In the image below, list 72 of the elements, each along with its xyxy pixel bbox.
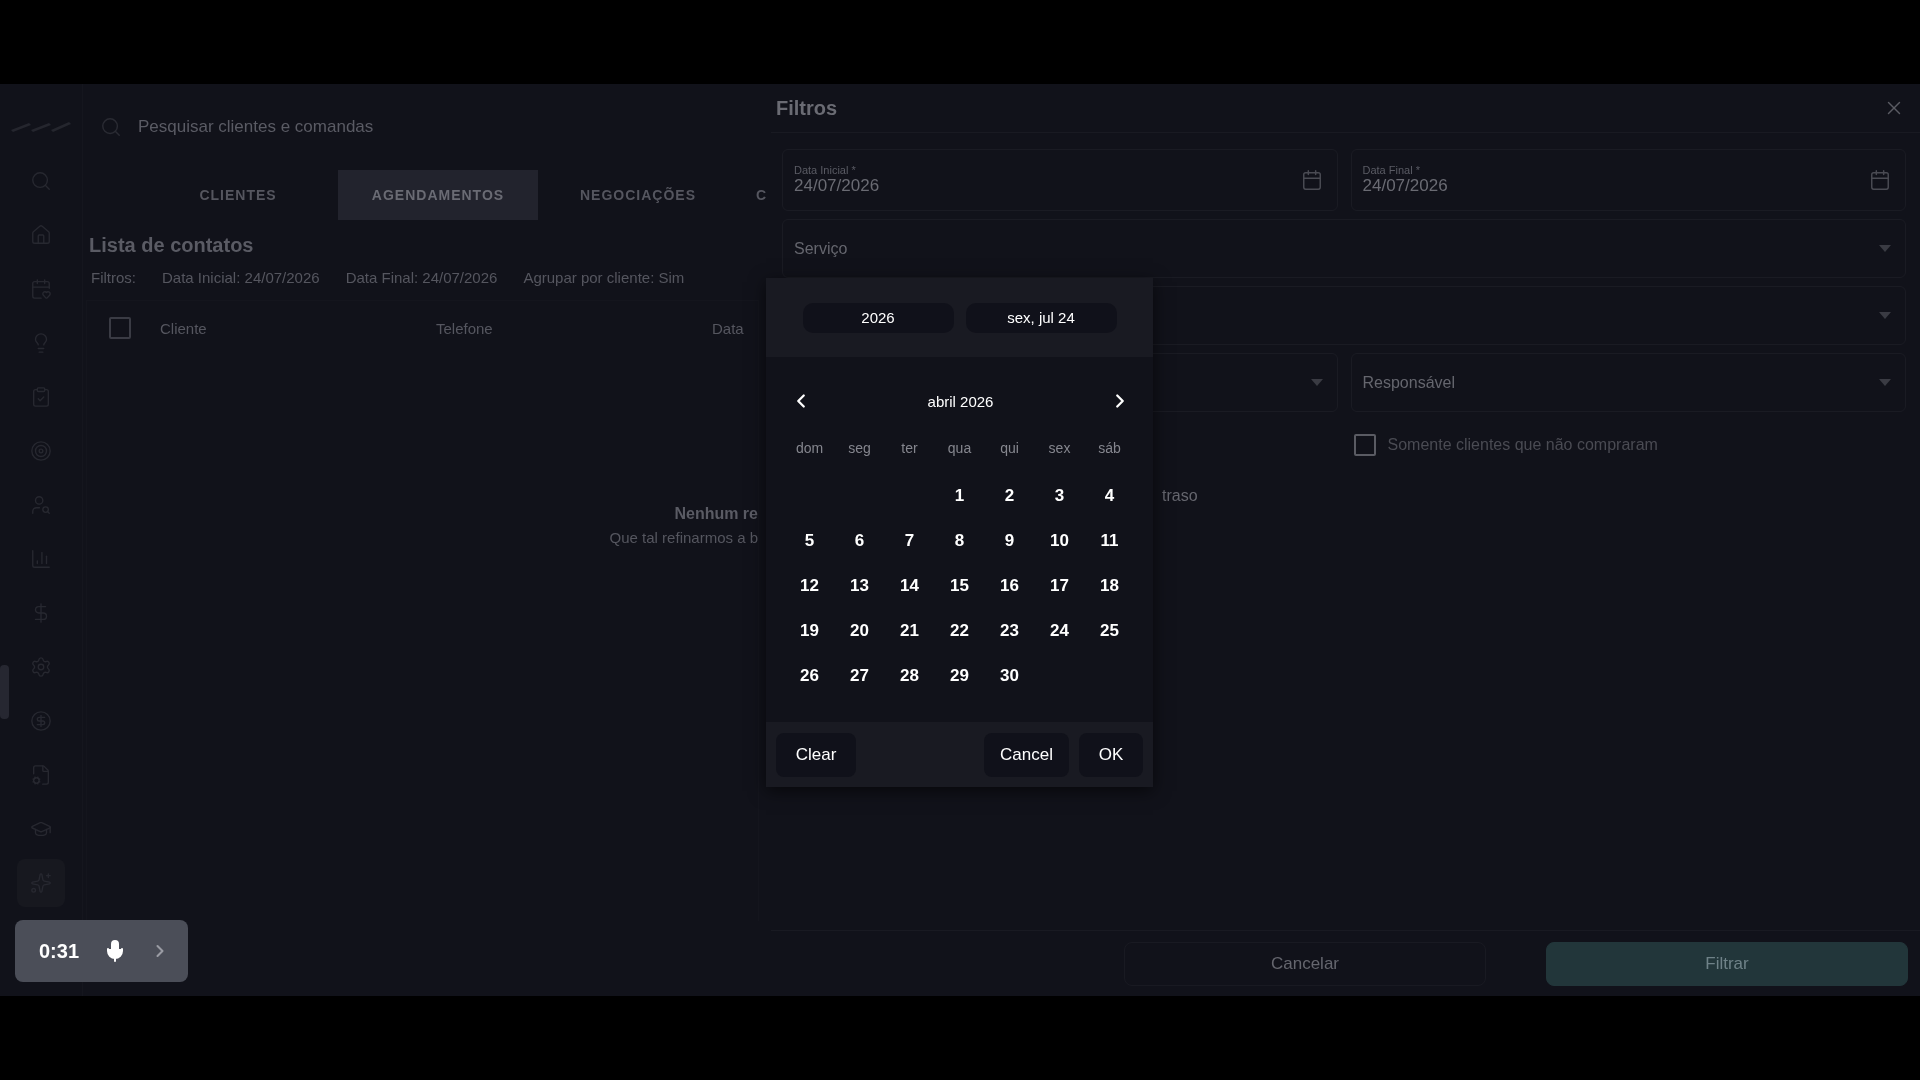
picker-action-button[interactable]: Clear [776,732,856,777]
dropdown-caret-icon [1879,312,1891,319]
calendar-icon[interactable] [1300,169,1323,191]
picker-action-button[interactable]: Cancel [984,732,1069,777]
select-all-checkbox[interactable] [109,317,131,339]
month-label: abril 2026 [927,392,994,410]
day-button[interactable]: 29 [934,653,985,698]
day-button[interactable]: 12 [784,563,835,608]
picker-action-button[interactable]: OK [1079,732,1143,777]
dropdown-caret-icon [1879,379,1891,386]
dropdown-caret-icon [1310,379,1323,386]
date-field[interactable]: Data Inicial * 24/07/2026 [782,149,1338,211]
weekday-label: qui [999,439,1020,458]
day-button[interactable]: 3 [1034,473,1085,518]
weekday-label: ter [900,439,919,458]
field-label: Data Inicial * [794,164,857,176]
day-button[interactable]: 17 [1034,563,1085,608]
empty-text: Que tal refinarmos a b [609,529,758,546]
day-button[interactable]: 21 [884,608,935,653]
day-button[interactable]: 9 [984,518,1035,563]
weekday-label: seg [847,439,872,458]
weekday-label: sáb [1097,439,1122,458]
column-header: Telefone [436,319,494,337]
day-button[interactable]: 6 [834,518,885,563]
day-button[interactable]: 4 [1084,473,1135,518]
checkbox[interactable] [1353,434,1376,456]
day-button[interactable]: 30 [984,653,1035,698]
calendar-icon[interactable] [1869,169,1891,191]
dropdown-caret-icon [1879,245,1891,252]
day-button[interactable]: 1 [934,473,985,518]
day-button[interactable]: 2 [984,473,1035,518]
day-button[interactable]: 16 [984,563,1035,608]
field-label: Data Final * [1362,164,1421,176]
day-button[interactable]: 22 [934,608,985,653]
weekday-label: dom [794,439,825,458]
empty-title: Nenhum re [674,505,758,523]
day-button[interactable]: 13 [834,563,885,608]
day-button[interactable]: 18 [1084,563,1135,608]
column-header: Data [712,319,745,337]
search-icon [100,116,122,138]
year-button[interactable]: 2026 [802,302,954,333]
day-button[interactable]: 28 [884,653,935,698]
day-button[interactable]: 5 [784,518,835,563]
selected-date-button[interactable]: sex, jul 24 [965,302,1117,333]
weekday-label: qua [946,439,973,458]
day-button[interactable]: 27 [834,653,885,698]
date-field[interactable]: Data Final * 24/07/2026 [1350,149,1906,211]
search-field[interactable]: Pesquisar clientes e comandas [136,116,540,138]
list-title: Lista de contatos [89,234,255,257]
recording-time: 0:31 [39,939,80,963]
day-button[interactable]: 23 [984,608,1035,653]
field-label: Responsável [1362,373,1455,392]
day-button[interactable]: 20 [834,608,885,653]
panel-title: Filtros [776,96,838,120]
day-button[interactable]: 11 [1084,518,1135,563]
day-button[interactable]: 19 [784,608,835,653]
day-button[interactable]: 25 [1084,608,1135,653]
day-button[interactable]: 10 [1034,518,1085,563]
field-value: 24/07/2026 [794,176,880,196]
day-button[interactable]: 24 [1034,608,1085,653]
day-button[interactable]: 14 [884,563,935,608]
field-label: Serviço [794,239,848,258]
column-header: Cliente [160,319,208,337]
day-button[interactable]: 15 [934,563,985,608]
field-value: 24/07/2026 [1362,176,1448,196]
day-button[interactable]: 26 [784,653,835,698]
filters-label: Filtros: [91,269,136,286]
weekday-label: sex [1047,439,1072,458]
day-button[interactable]: 8 [934,518,985,563]
day-button[interactable]: 7 [884,518,935,563]
field-label: traso [1162,487,1198,505]
checkbox-label: Somente clientes que não compraram [1387,436,1658,454]
